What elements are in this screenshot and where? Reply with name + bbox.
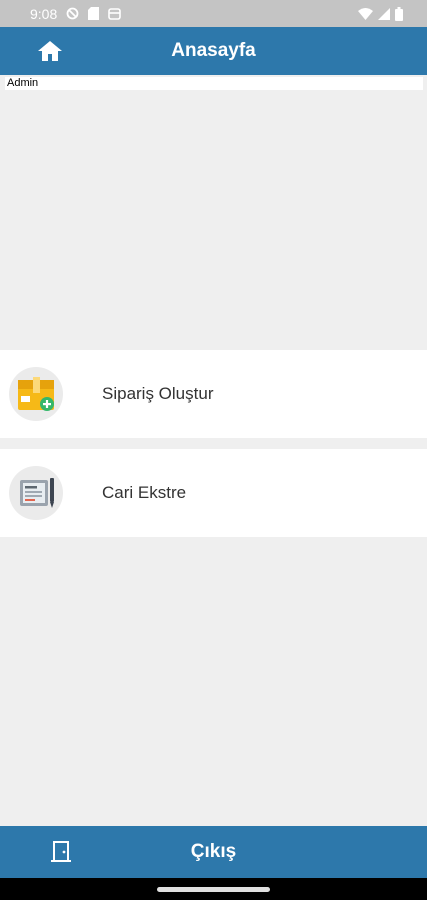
home-indicator[interactable] [157,887,270,892]
signal-icon [378,7,390,20]
status-bar: 9:08 [0,0,427,27]
status-time: 9:08 [30,5,58,22]
page-title: Anasayfa [171,40,256,61]
statement-icon [9,466,63,520]
menu-item-account-statement[interactable]: Cari Ekstre [0,449,427,537]
menu-item-label: Sipariş Oluştur [102,384,214,403]
logout-button[interactable]: Çıkış [0,826,427,878]
system-nav-bar [0,878,427,900]
wifi-icon [358,7,373,20]
menu-item-create-order[interactable]: Sipariş Oluştur [0,350,427,438]
battery-icon [395,6,403,21]
debug-icon [108,8,122,20]
user-name: Admin [5,77,423,90]
sim-card-icon [88,7,100,20]
app-bar: Anasayfa [0,27,427,75]
do-not-disturb-icon [66,7,79,20]
package-add-icon [9,367,63,421]
menu-item-label: Cari Ekstre [102,483,187,502]
logout-bar[interactable]: Çıkış [0,826,427,878]
